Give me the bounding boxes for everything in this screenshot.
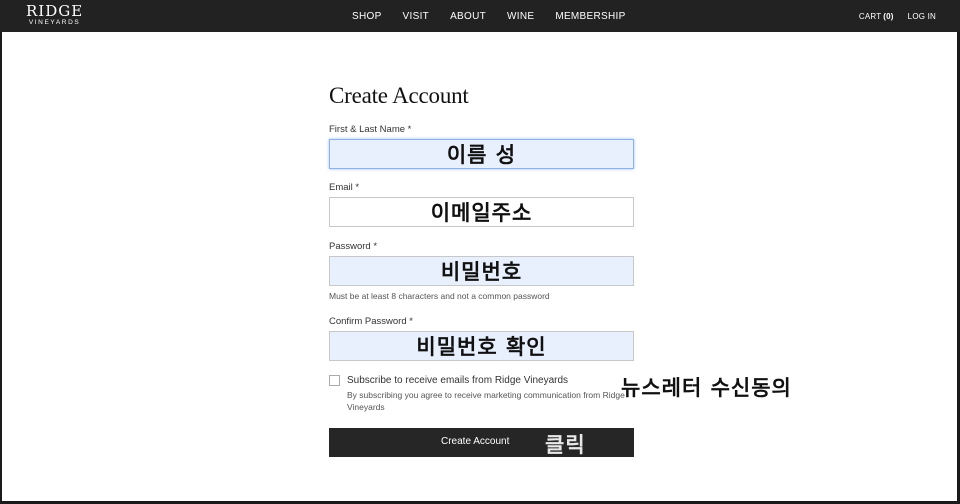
subscribe-checkbox[interactable]	[329, 375, 340, 386]
password-label: Password *	[329, 241, 377, 252]
subscribe-label[interactable]: Subscribe to receive emails from Ridge V…	[347, 375, 568, 386]
password-label-text: Password	[329, 241, 371, 252]
confirm-password-label-text: Confirm Password	[329, 316, 407, 327]
subscribe-description: By subscribing you agree to receive mark…	[347, 390, 625, 412]
email-label: Email *	[329, 182, 359, 193]
required-mark: *	[409, 316, 413, 327]
nav-about[interactable]: ABOUT	[450, 11, 486, 22]
cart-link[interactable]: CART (0)	[859, 12, 894, 21]
login-link[interactable]: LOG IN	[908, 12, 936, 21]
confirm-password-label: Confirm Password *	[329, 316, 413, 327]
main-nav: SHOP VISIT ABOUT WINE MEMBERSHIP	[352, 0, 647, 32]
password-hint: Must be at least 8 characters and not a …	[329, 291, 550, 301]
create-account-button[interactable]: Create Account 클릭	[329, 428, 634, 457]
utility-nav: CART (0) LOG IN	[859, 0, 936, 32]
email-input[interactable]: 이메일주소	[329, 197, 634, 227]
nav-visit[interactable]: VISIT	[403, 11, 430, 22]
email-label-text: Email	[329, 182, 353, 193]
top-navigation-bar: RIDGE VINEYARDS SHOP VISIT ABOUT WINE ME…	[0, 0, 960, 32]
required-mark: *	[407, 124, 412, 135]
create-account-button-label: Create Account	[441, 436, 510, 447]
name-input-value: 이름 성	[446, 143, 517, 167]
email-input-value: 이메일주소	[430, 201, 533, 225]
click-annotation: 클릭	[545, 433, 586, 457]
confirm-password-input[interactable]: 비밀번호 확인	[329, 331, 634, 361]
confirm-password-input-value: 비밀번호 확인	[416, 335, 547, 359]
nav-wine[interactable]: WINE	[507, 11, 534, 22]
name-input[interactable]: 이름 성	[329, 139, 634, 169]
logo-main-text: RIDGE	[26, 2, 84, 20]
required-mark: *	[355, 182, 360, 193]
name-label: First & Last Name *	[329, 124, 411, 135]
create-account-form: Create Account First & Last Name * 이름 성 …	[329, 82, 791, 457]
ridge-logo[interactable]: RIDGE VINEYARDS	[26, 4, 83, 27]
cart-count: (0)	[883, 11, 894, 21]
cart-label: CART	[858, 11, 882, 21]
required-mark: *	[373, 241, 378, 252]
logo-sub-text: VINEYARDS	[28, 19, 81, 26]
newsletter-consent-annotation: 뉴스레터 수신동의	[621, 376, 792, 400]
name-label-text: First & Last Name	[329, 124, 406, 135]
password-input[interactable]: 비밀번호	[329, 256, 634, 286]
page-title: Create Account	[329, 83, 469, 108]
nav-shop[interactable]: SHOP	[352, 11, 382, 22]
nav-membership[interactable]: MEMBERSHIP	[555, 11, 625, 22]
password-input-value: 비밀번호	[440, 260, 523, 284]
